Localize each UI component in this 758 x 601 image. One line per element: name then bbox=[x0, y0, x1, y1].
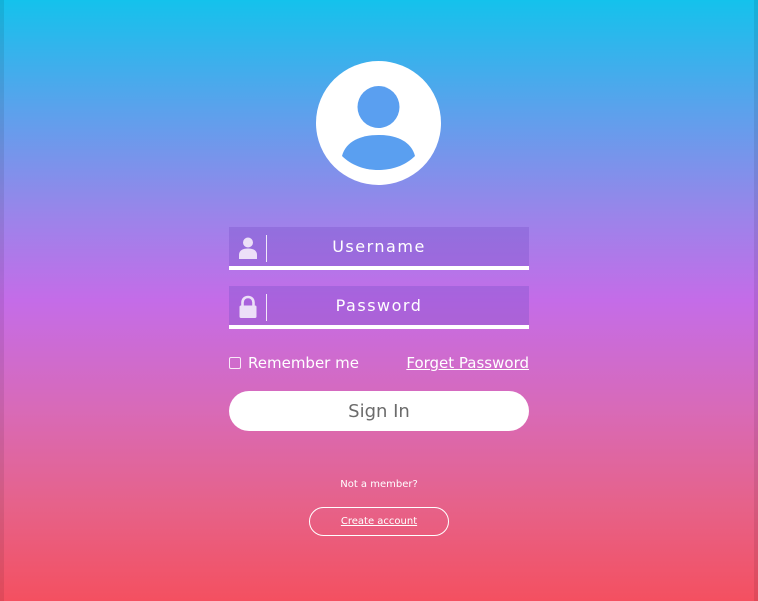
forget-password-link[interactable]: Forget Password bbox=[406, 353, 529, 373]
left-edge-shade bbox=[0, 0, 4, 601]
lock-icon bbox=[238, 295, 258, 319]
username-divider bbox=[266, 235, 267, 262]
password-field bbox=[229, 286, 529, 329]
remember-me-label: Remember me bbox=[248, 354, 359, 372]
username-input[interactable] bbox=[269, 227, 489, 266]
remember-me-option[interactable]: Remember me bbox=[229, 353, 359, 373]
password-input[interactable] bbox=[269, 286, 489, 325]
user-icon bbox=[238, 236, 258, 260]
right-edge-shade bbox=[754, 0, 758, 601]
login-page: Remember me Forget Password Sign In Not … bbox=[0, 0, 758, 601]
sign-in-button[interactable]: Sign In bbox=[229, 391, 529, 431]
remember-me-checkbox[interactable] bbox=[229, 357, 241, 369]
not-member-text: Not a member? bbox=[340, 479, 418, 490]
username-field bbox=[229, 227, 529, 270]
user-avatar-icon bbox=[316, 61, 441, 185]
password-divider bbox=[266, 294, 267, 321]
create-account-button[interactable]: Create account bbox=[309, 507, 449, 536]
